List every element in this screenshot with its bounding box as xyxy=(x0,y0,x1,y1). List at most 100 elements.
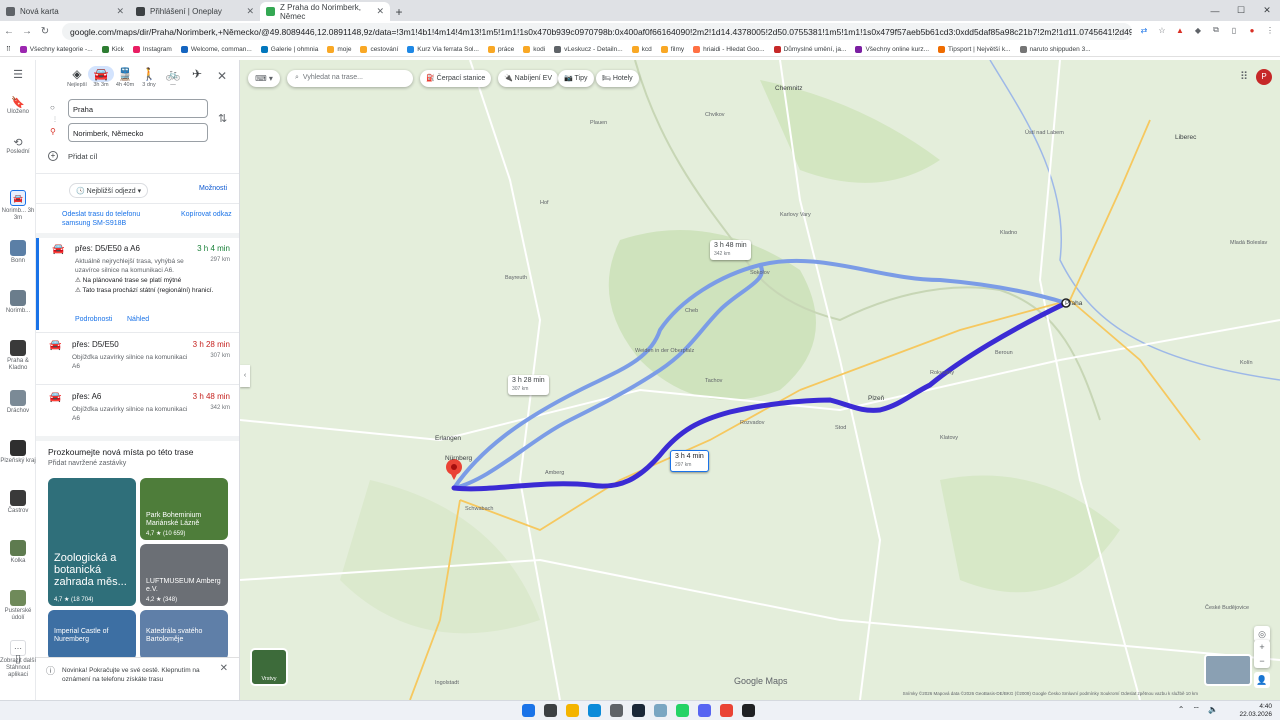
menu-button[interactable]: ☰ xyxy=(0,70,36,81)
map-place-label[interactable]: Hof xyxy=(540,200,549,206)
minimize-icon[interactable]: — xyxy=(1202,0,1228,21)
map-place-label[interactable]: Ingolstadt xyxy=(435,680,459,686)
map-place-label[interactable]: Nürnberg xyxy=(445,455,472,462)
route-label-3h4[interactable]: 3 h 4 min 297 km xyxy=(670,450,709,472)
recent-place-item[interactable]: Bonn xyxy=(0,240,36,265)
travel-mode-1[interactable]: 🚘 3h 3m xyxy=(88,66,114,88)
map-place-label[interactable]: Stod xyxy=(835,425,846,431)
map-place-label[interactable]: Tachov xyxy=(705,378,722,384)
input-tools-button[interactable]: ⌨ ▾ xyxy=(248,70,280,87)
recent-place-item[interactable]: Pusterské údolí xyxy=(0,590,36,622)
map-place-label[interactable]: Kolín xyxy=(1240,360,1253,366)
map-place-label[interactable]: České Budějovice xyxy=(1205,605,1249,611)
map-place-label[interactable]: Ústí nad Labem xyxy=(1025,130,1064,136)
app-icon[interactable] xyxy=(742,704,755,717)
map-place-label[interactable]: Erlangen xyxy=(435,435,461,442)
bookmark-item[interactable]: Všechny online kurz... xyxy=(855,45,929,53)
bookmark-item[interactable]: kcd xyxy=(631,45,652,53)
recent-place-item[interactable]: Norimb... xyxy=(0,290,36,315)
place-card-zoo[interactable]: Zoologická a botanická zahrada měs... 4,… xyxy=(48,478,136,606)
add-destination-button[interactable]: + Přidat cíl xyxy=(48,151,97,161)
bookmark-star-icon[interactable]: ☆ xyxy=(1156,24,1168,36)
tab-close-icon[interactable]: ✕ xyxy=(246,6,254,17)
bookmark-item[interactable]: kodi xyxy=(523,45,545,53)
zoom-in-button[interactable]: + xyxy=(1254,640,1270,654)
bookmark-item[interactable]: naruto shippuden 3... xyxy=(1019,45,1091,53)
options-button[interactable]: Možnosti xyxy=(199,185,227,192)
back-icon[interactable]: ← xyxy=(0,26,18,37)
swap-waypoints-icon[interactable]: ⇅ xyxy=(218,112,227,125)
file-explorer-icon[interactable] xyxy=(566,704,579,717)
departure-time-dropdown[interactable]: 🕓 Nejbližší odjezd ▾ xyxy=(69,183,149,198)
map-place-label[interactable]: Praha xyxy=(1065,300,1082,307)
bookmark-item[interactable]: Důmyslné umění, ja... xyxy=(773,45,846,53)
map-place-label[interactable]: Kladno xyxy=(1000,230,1017,236)
travel-mode-0[interactable]: ◈ Nejlepší xyxy=(64,66,90,88)
app-icon[interactable] xyxy=(654,704,667,717)
map-place-label[interactable]: Mladá Boleslav xyxy=(1230,240,1267,246)
system-clock[interactable]: 4:40 22.03.2026 xyxy=(1239,703,1272,719)
recent-place-item[interactable]: Praha & Kladno xyxy=(0,340,36,372)
chip-gas-stations[interactable]: ⛽ Čerpací stanice xyxy=(420,70,492,87)
map-place-label[interactable]: Chemnitz xyxy=(775,85,802,92)
map-place-label[interactable]: Amberg xyxy=(545,470,564,476)
route-preview-link[interactable]: Náhled xyxy=(127,316,149,323)
place-card-boheminium[interactable]: Park Boheminium Mariánské Lázně 4,7 ★ (1… xyxy=(140,478,228,540)
map-place-label[interactable]: Liberec xyxy=(1175,134,1196,141)
app-icon[interactable] xyxy=(610,704,623,717)
network-icon[interactable]: ⌔ xyxy=(1193,705,1201,715)
map-place-label[interactable]: Plauen xyxy=(590,120,607,126)
map-place-label[interactable]: Schwabach xyxy=(465,506,493,512)
route-option-3[interactable]: 🚘 přes: A6 3 h 48 min 342 km Objížďka uz… xyxy=(36,386,236,436)
map-place-label[interactable]: Plzeň xyxy=(868,395,884,402)
close-directions-icon[interactable]: ✕ xyxy=(217,69,227,83)
route-details-link[interactable]: Podrobnosti xyxy=(75,316,112,323)
chip-ev-charging[interactable]: 🔌 Nabíjení EV xyxy=(498,70,559,87)
chrome-icon[interactable] xyxy=(720,704,733,717)
saved-button[interactable]: 🔖 Uloženo xyxy=(0,98,36,116)
extensions-puzzle-icon[interactable]: ⧉ xyxy=(1210,24,1222,36)
map-canvas[interactable]: ⌨ ▾ ⌕ Vyhledat na trase... ⛽ Čerpací stan… xyxy=(240,60,1280,700)
place-card-cathedral[interactable]: Katedrála svatého Bartoloměje xyxy=(140,610,228,660)
new-tab-button[interactable]: + xyxy=(390,2,408,21)
account-avatar[interactable]: P xyxy=(1256,69,1272,85)
chip-hotels[interactable]: 🛏 Hotely xyxy=(596,70,639,87)
bookmark-item[interactable]: Všechny kategorie -... xyxy=(19,45,93,53)
browser-tab[interactable]: Přihlášení | Oneplay ✕ xyxy=(130,2,260,21)
profile-icon[interactable]: ● xyxy=(1246,24,1258,36)
bookmark-item[interactable]: Welcome, comman... xyxy=(180,45,252,53)
place-card-castle[interactable]: Imperial Castle of Nuremberg xyxy=(48,610,136,660)
recent-place-item[interactable]: Plzeňský kraj xyxy=(0,440,36,465)
close-window-icon[interactable]: ✕ xyxy=(1254,0,1280,21)
download-app-button[interactable]: ▯ Stáhnout aplikaci xyxy=(0,654,36,679)
tab-close-icon[interactable]: ✕ xyxy=(116,6,124,17)
bookmark-item[interactable]: Tipsport | Největší k... xyxy=(938,45,1011,53)
route-search-box[interactable]: ⌕ Vyhledat na trase... xyxy=(287,70,413,87)
origin-input[interactable]: Praha xyxy=(68,99,208,118)
whatsapp-icon[interactable] xyxy=(676,704,689,717)
map-place-label[interactable]: Rozvadov xyxy=(740,420,764,426)
map-place-label[interactable]: Weiden in der Oberpfalz xyxy=(635,348,694,354)
reload-icon[interactable]: ↻ xyxy=(36,26,54,37)
place-card-luftmuseum[interactable]: LUFTMUSEUM Amberg e.V. 4,2 ★ (348) xyxy=(140,544,228,606)
bookmark-item[interactable]: moje xyxy=(327,45,351,53)
map-place-label[interactable]: Klatovy xyxy=(940,435,958,441)
layers-button[interactable]: Vrstvy xyxy=(250,648,288,686)
chip-tips[interactable]: 📷 Tipy xyxy=(558,70,594,87)
route-label-3h28[interactable]: 3 h 28 min 307 km xyxy=(508,375,549,395)
destination-input[interactable]: Norimberk, Německo xyxy=(68,123,208,142)
copy-link-button[interactable]: Kopírovat odkaz xyxy=(181,210,233,219)
recent-button[interactable]: ⟲ Poslední xyxy=(0,138,36,156)
browser-tab-active[interactable]: Z Praha do Norimberk, Němec ✕ xyxy=(260,2,390,21)
travel-mode-5[interactable]: ✈ xyxy=(184,66,210,82)
map-place-label[interactable]: Rokycany xyxy=(930,370,954,376)
bookmark-item[interactable]: filmy xyxy=(660,45,684,53)
travel-mode-4[interactable]: 🚲 — xyxy=(160,66,186,88)
bookmark-item[interactable]: Instagram xyxy=(132,45,172,53)
volume-icon[interactable]: 🔈 xyxy=(1208,705,1218,715)
steam-icon[interactable] xyxy=(632,704,645,717)
route-label-3h48[interactable]: 3 h 48 min 342 km xyxy=(710,240,751,260)
recent-place-item[interactable]: 🚘 Norimb... 3h 3m xyxy=(0,190,36,222)
bookmark-item[interactable]: hriaidi - Hledat Goo... xyxy=(693,45,765,53)
bookmark-item[interactable]: práce xyxy=(487,45,514,53)
